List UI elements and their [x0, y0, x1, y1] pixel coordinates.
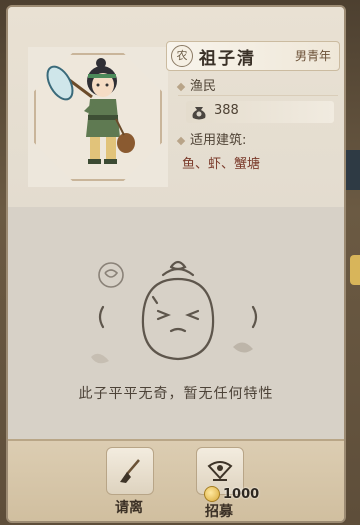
character-tag: 男青年 [294, 49, 331, 63]
background-ui-fragment [350, 255, 360, 285]
building-label-row: 适用建筑: [176, 129, 247, 148]
wealth-row [186, 101, 334, 123]
no-trait-message: 此子平平无奇，暂无任何特性 [78, 386, 274, 402]
empty-traits-illustration [91, 260, 258, 364]
fan-scroll-icon [207, 461, 233, 481]
dismiss-label: 请离 [115, 500, 143, 516]
bullet-icon [176, 136, 186, 145]
money-bag-icon [192, 107, 206, 120]
wealth-value: 388 [214, 103, 239, 118]
character-portrait [46, 58, 135, 164]
recruit-label: 招募 [205, 504, 233, 520]
occupation-text: 渔民 [190, 79, 217, 94]
portrait-frame [28, 47, 168, 187]
name-banner: 农 祖子清 男青年 [166, 41, 340, 71]
broom-icon [120, 459, 140, 483]
building-list: 鱼、虾、蟹塘 [182, 157, 261, 172]
action-bar [8, 439, 344, 521]
class-badge: 农 [171, 45, 193, 67]
character-name: 祖子清 [199, 49, 256, 69]
building-label: 适用建筑: [190, 133, 247, 148]
recruit-cost-value: 1000 [223, 486, 260, 502]
divider [178, 95, 338, 96]
occupation-row: 渔民 [176, 75, 217, 94]
dismiss-button[interactable] [106, 447, 154, 495]
character-detail-panel: 农 祖子清 男青年 渔民 388 适用建筑: 鱼、虾、蟹塘 此子平平无奇，暂无任… [6, 5, 346, 523]
bullet-icon [176, 82, 186, 91]
coin-icon [204, 486, 220, 502]
